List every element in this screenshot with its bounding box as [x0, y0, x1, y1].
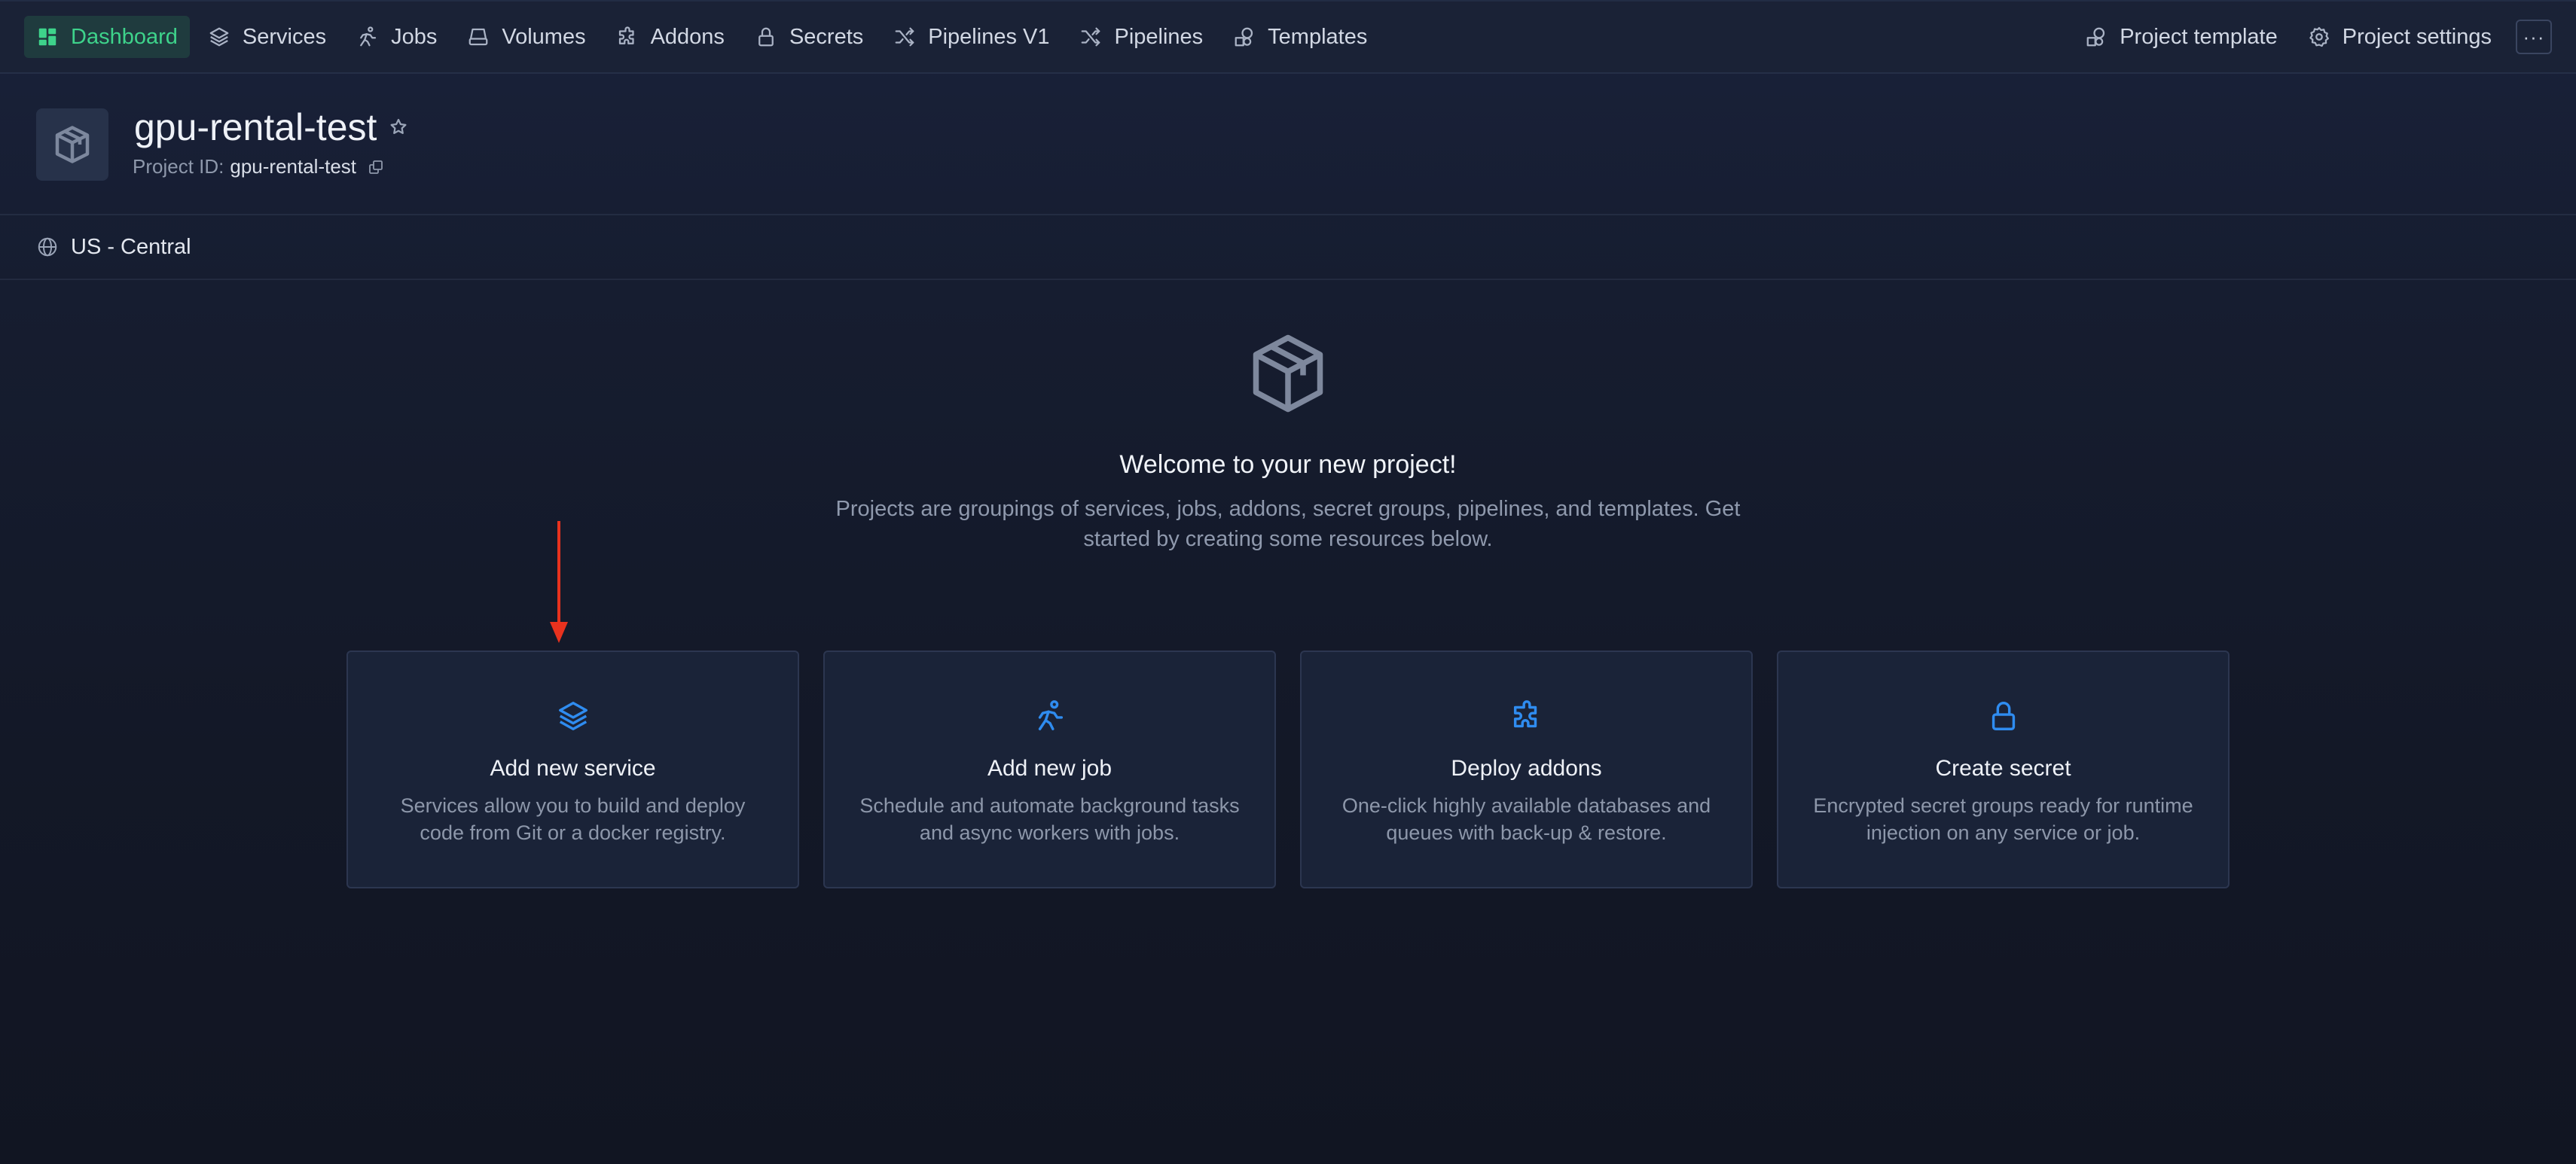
nav-templates-label: Templates	[1268, 24, 1368, 49]
welcome-title: Welcome to your new project!	[1119, 450, 1457, 479]
nav-templates[interactable]: Templates	[1221, 16, 1379, 58]
page-title: gpu-rental-test	[134, 105, 410, 149]
nav-addons[interactable]: Addons	[604, 16, 737, 58]
card-title: Add new service	[490, 756, 656, 781]
nav-pipelines[interactable]: Pipelines	[1067, 16, 1215, 58]
shuffle-icon	[1079, 26, 1102, 48]
box-icon	[1243, 328, 1333, 419]
add-job-card[interactable]: Add new job Schedule and automate backgr…	[823, 651, 1276, 888]
drive-icon	[467, 26, 490, 48]
add-service-card[interactable]: Add new service Services allow you to bu…	[346, 651, 799, 888]
card-title: Create secret	[1935, 756, 2071, 781]
nav-volumes-label: Volumes	[502, 24, 586, 49]
globe-icon	[36, 236, 59, 258]
project-id: Project ID: gpu-rental-test	[133, 155, 385, 178]
welcome-description: Projects are groupings of services, jobs…	[835, 497, 1741, 551]
card-description: One-click highly available databases and…	[1341, 794, 1711, 844]
project-template-label: Project template	[2120, 24, 2278, 49]
card-description: Schedule and automate background tasks a…	[859, 794, 1240, 844]
nav-services-label: Services	[242, 24, 327, 49]
lock-icon	[755, 26, 777, 48]
nav-dashboard-label: Dashboard	[71, 24, 178, 49]
copy-icon[interactable]	[367, 158, 385, 176]
deploy-addons-card[interactable]: Deploy addons One-click highly available…	[1300, 651, 1753, 888]
nav-left: Dashboard Services Jobs Volumes Addons S…	[24, 16, 1379, 58]
project-settings-label: Project settings	[2342, 24, 2492, 49]
nav-pipelines-v1[interactable]: Pipelines V1	[881, 16, 1061, 58]
nav-right: Project template Project settings ···	[2073, 16, 2552, 58]
running-icon	[1033, 699, 1067, 733]
action-cards: Add new service Services allow you to bu…	[346, 651, 2230, 888]
nav-secrets[interactable]: Secrets	[743, 16, 875, 58]
nav-addons-label: Addons	[650, 24, 725, 49]
layers-icon	[208, 26, 230, 48]
nav-pipelines-v1-label: Pipelines V1	[928, 24, 1050, 49]
more-options-button[interactable]: ···	[2516, 20, 2552, 54]
nav-dashboard[interactable]: Dashboard	[24, 16, 190, 58]
create-secret-card[interactable]: Create secret Encrypted secret groups re…	[1777, 651, 2230, 888]
nav-volumes[interactable]: Volumes	[455, 16, 597, 58]
card-title: Deploy addons	[1451, 756, 1602, 781]
nav-jobs-label: Jobs	[391, 24, 438, 49]
project-template-button[interactable]: Project template	[2073, 16, 2290, 58]
region-label: US - Central	[71, 234, 191, 259]
dashboard-icon	[36, 26, 59, 48]
nav-jobs[interactable]: Jobs	[344, 16, 449, 58]
shapes-icon	[1233, 26, 1256, 48]
running-icon	[356, 26, 379, 48]
top-nav: Dashboard Services Jobs Volumes Addons S…	[0, 0, 2576, 74]
card-description: Encrypted secret groups ready for runtim…	[1813, 794, 2193, 844]
lock-icon	[1986, 699, 2021, 733]
annotation-arrow	[548, 520, 569, 644]
shuffle-icon	[893, 26, 916, 48]
project-id-value: gpu-rental-test	[230, 155, 357, 178]
puzzle-icon	[1509, 699, 1544, 733]
nav-services[interactable]: Services	[196, 16, 338, 58]
card-title: Add new job	[987, 756, 1113, 781]
star-icon[interactable]	[387, 116, 410, 139]
project-name: gpu-rental-test	[134, 106, 377, 148]
card-description: Services allow you to build and deploy c…	[400, 794, 746, 844]
gear-icon	[2308, 26, 2330, 48]
project-avatar	[36, 108, 108, 181]
more-icon: ···	[2523, 25, 2545, 48]
shapes-icon	[2085, 26, 2107, 48]
project-id-label: Project ID:	[133, 155, 224, 178]
layers-icon	[556, 699, 591, 733]
puzzle-icon	[616, 26, 639, 48]
project-settings-button[interactable]: Project settings	[2296, 16, 2504, 58]
project-header: gpu-rental-test Project ID: gpu-rental-t…	[0, 74, 2576, 215]
region-bar: US - Central	[0, 215, 2576, 280]
box-icon	[50, 122, 95, 167]
nav-pipelines-label: Pipelines	[1114, 24, 1204, 49]
nav-secrets-label: Secrets	[789, 24, 864, 49]
